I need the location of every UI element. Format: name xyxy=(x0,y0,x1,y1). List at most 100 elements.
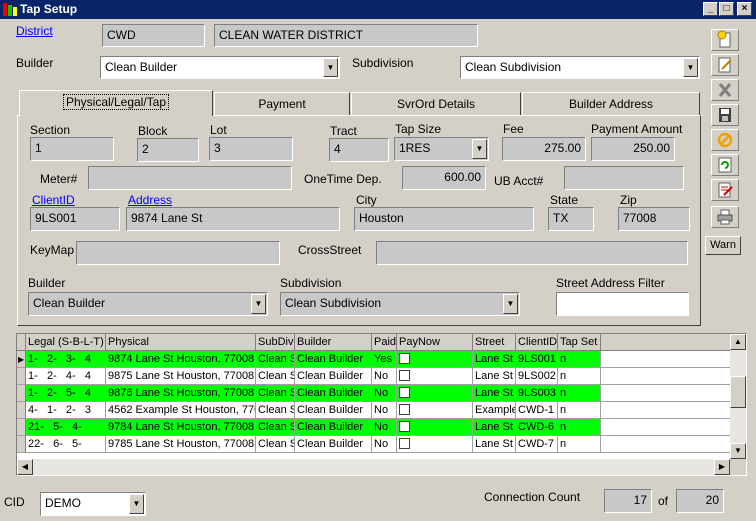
table-row[interactable]: 1- 2- 4- 4 9875 Lane St Houston, 77008 Cle… xyxy=(17,368,731,385)
table-row[interactable]: 1- 2- 5- 4 9876 Lane St Houston, 77008 Cle… xyxy=(17,385,731,402)
col-subdiv[interactable]: SubDiv xyxy=(256,334,295,351)
tab-physical[interactable]: Physical/Legal/Tap xyxy=(19,90,213,116)
chevron-down-icon[interactable]: ▼ xyxy=(472,139,487,159)
district-name-field[interactable]: CLEAN WATER DISTRICT xyxy=(214,24,478,47)
close-icon[interactable]: × xyxy=(737,2,752,16)
cell-tapset: n xyxy=(558,351,601,368)
scroll-right-icon[interactable]: ▶ xyxy=(714,459,730,475)
table-row[interactable]: 21- 5- 4- 9784 Lane St Houston, 77008 Clea… xyxy=(17,419,731,436)
section-field[interactable]: 1 xyxy=(30,137,114,161)
subdivision-filter-select[interactable]: Clean Subdivision ▼ xyxy=(280,292,520,316)
edit-icon[interactable] xyxy=(711,54,739,76)
zip-field[interactable]: 77008 xyxy=(618,207,690,231)
scroll-left-icon[interactable]: ◀ xyxy=(17,459,33,475)
col-paid[interactable]: Paid xyxy=(372,334,397,351)
table-row[interactable]: ▶ 1- 2- 3- 4 9874 Lane St Houston, 77008 Cl… xyxy=(17,351,731,368)
cid-select[interactable]: DEMO ▼ xyxy=(40,492,146,516)
builder-filter-select[interactable]: Clean Builder ▼ xyxy=(28,292,268,316)
crossstreet-field[interactable] xyxy=(376,241,688,265)
tab-payment[interactable]: Payment xyxy=(214,92,350,116)
chevron-down-icon[interactable]: ▼ xyxy=(251,294,266,314)
paynow-checkbox[interactable] xyxy=(399,437,410,449)
col-clientid[interactable]: ClientID xyxy=(516,334,558,351)
row-selector[interactable]: ▶ xyxy=(17,351,26,368)
report-icon[interactable] xyxy=(711,179,739,201)
keymap-field[interactable] xyxy=(76,241,280,265)
city-field[interactable]: Houston xyxy=(354,207,534,231)
clientid-field[interactable]: 9LS001 xyxy=(30,207,120,231)
subdivision-select[interactable]: Clean Subdivision ▼ xyxy=(460,56,700,79)
subdivision-label: Subdivision xyxy=(352,56,414,70)
chevron-down-icon[interactable]: ▼ xyxy=(323,58,338,77)
tract-field[interactable]: 4 xyxy=(329,138,389,162)
cell-filler xyxy=(601,368,731,385)
tap-grid[interactable]: Legal (S-B-L-T) Physical SubDiv Builder … xyxy=(16,333,747,476)
col-physical[interactable]: Physical xyxy=(106,334,256,351)
scroll-thumb[interactable] xyxy=(730,376,746,408)
tapsize-select[interactable]: 1RES ▼ xyxy=(394,137,489,161)
col-tapset[interactable]: Tap Set xyxy=(558,334,601,351)
address-field[interactable]: 9874 Lane St xyxy=(126,207,340,231)
delete-icon[interactable] xyxy=(711,79,739,101)
row-selector[interactable] xyxy=(17,402,26,419)
paynow-checkbox[interactable] xyxy=(399,420,410,432)
tab-builder-address[interactable]: Builder Address xyxy=(522,92,700,116)
cell-paynow[interactable] xyxy=(397,385,473,402)
paynow-checkbox[interactable] xyxy=(399,352,410,364)
connection-current-field: 17 xyxy=(604,489,652,513)
save-icon[interactable] xyxy=(711,104,739,126)
col-builder[interactable]: Builder xyxy=(295,334,372,351)
fee-field[interactable]: 275.00 xyxy=(502,137,586,161)
cell-paynow[interactable] xyxy=(397,368,473,385)
row-selector[interactable] xyxy=(17,436,26,453)
scroll-down-icon[interactable]: ▼ xyxy=(730,443,746,459)
print-icon[interactable] xyxy=(711,206,739,228)
cell-paynow[interactable] xyxy=(397,419,473,436)
cell-builder: Clean Builder xyxy=(295,368,372,385)
meter-field[interactable] xyxy=(88,166,292,190)
chevron-down-icon[interactable]: ▼ xyxy=(503,294,518,314)
builder-select[interactable]: Clean Builder ▼ xyxy=(100,56,340,79)
paynow-checkbox[interactable] xyxy=(399,386,410,398)
scroll-corner xyxy=(730,459,746,475)
zip-label: Zip xyxy=(620,193,637,207)
chevron-down-icon[interactable]: ▼ xyxy=(683,58,698,77)
onetime-dep-field[interactable]: 600.00 xyxy=(402,166,486,190)
district-code-field[interactable]: CWD xyxy=(102,24,205,47)
scroll-up-icon[interactable]: ▲ xyxy=(730,334,746,350)
payment-amount-field[interactable]: 250.00 xyxy=(591,137,675,161)
minimize-icon[interactable]: _ xyxy=(703,2,718,16)
clientid-link[interactable]: ClientID xyxy=(32,193,75,207)
cell-paynow[interactable] xyxy=(397,436,473,453)
row-selector[interactable] xyxy=(17,419,26,436)
lot-field[interactable]: 3 xyxy=(209,137,293,161)
col-filler xyxy=(601,334,731,351)
paynow-checkbox[interactable] xyxy=(399,369,410,381)
maximize-icon[interactable]: □ xyxy=(719,2,734,16)
cancel-icon[interactable] xyxy=(711,129,739,151)
refresh-icon[interactable] xyxy=(711,154,739,176)
street-filter-input[interactable] xyxy=(556,292,689,316)
state-field[interactable]: TX xyxy=(548,207,594,231)
district-link[interactable]: District xyxy=(16,24,53,38)
ubacct-field[interactable] xyxy=(564,166,684,190)
paynow-checkbox[interactable] xyxy=(399,403,410,415)
warn-button[interactable]: Warn xyxy=(705,236,741,255)
horizontal-scrollbar[interactable]: ◀ ▶ xyxy=(17,459,730,475)
col-legal[interactable]: Legal (S-B-L-T) xyxy=(26,334,106,351)
onetime-dep-label: OneTime Dep. xyxy=(304,172,382,186)
vertical-scrollbar[interactable]: ▲ ▼ xyxy=(730,334,746,459)
address-link[interactable]: Address xyxy=(128,193,172,207)
row-selector[interactable] xyxy=(17,385,26,402)
new-icon[interactable] xyxy=(711,29,739,51)
table-row[interactable]: 4- 1- 2- 3 4562 Example St Houston, 770 Cl… xyxy=(17,402,731,419)
col-street[interactable]: Street xyxy=(473,334,516,351)
tab-svrord-details[interactable]: SvrOrd Details xyxy=(351,92,521,116)
table-row[interactable]: 22- 6- 5- 9785 Lane St Houston, 77008 Clea… xyxy=(17,436,731,453)
block-field[interactable]: 2 xyxy=(137,138,199,162)
col-paynow[interactable]: PayNow xyxy=(397,334,473,351)
chevron-down-icon[interactable]: ▼ xyxy=(129,494,144,514)
cell-paynow[interactable] xyxy=(397,351,473,368)
row-selector[interactable] xyxy=(17,368,26,385)
cell-paynow[interactable] xyxy=(397,402,473,419)
